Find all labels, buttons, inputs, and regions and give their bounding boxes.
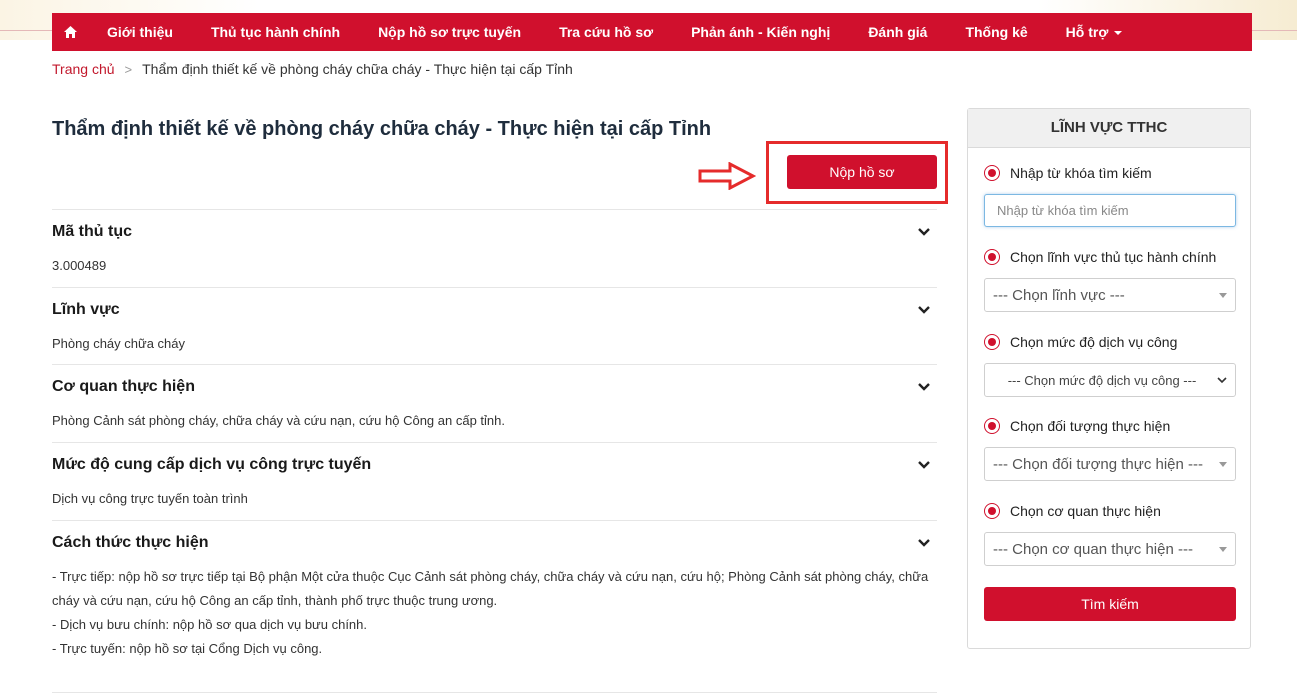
chevron-right-icon: >: [124, 61, 133, 77]
agency-select-value: --- Chọn cơ quan thực hiện ---: [993, 540, 1193, 558]
nav-item-phan-anh-kien-nghi[interactable]: Phản ánh - Kiến nghị: [672, 13, 849, 51]
sidebar-title: LĨNH VỰC TTHC: [968, 109, 1250, 148]
section-title: Mã thủ tục: [52, 223, 132, 240]
breadcrumb-current: Thẩm định thiết kế về phòng cháy chữa ch…: [142, 61, 573, 77]
section-title: Cách thức thực hiện: [52, 534, 209, 551]
section-header[interactable]: Mã thủ tục: [52, 210, 937, 254]
section-title: Mức độ cung cấp dịch vụ công trực tuyến: [52, 456, 372, 473]
section-ma-thu-tuc: Mã thủ tục 3.000489: [52, 209, 937, 278]
search-button[interactable]: Tìm kiếm: [984, 587, 1236, 621]
divider: [1252, 30, 1297, 31]
radio-dot-icon: [988, 169, 996, 177]
home-icon: [63, 26, 77, 38]
agency-label: Chọn cơ quan thực hiện: [1010, 503, 1161, 519]
section-header[interactable]: Cách thức thực hiện: [52, 521, 937, 565]
nav-item-danh-gia[interactable]: Đánh giá: [849, 13, 946, 51]
agency-radio[interactable]: [984, 503, 1000, 519]
keyword-search-input[interactable]: [984, 194, 1236, 227]
section-linh-vuc: Lĩnh vực Phòng cháy chữa cháy: [52, 287, 937, 356]
level-select-value: --- Chọn mức độ dịch vụ công ---: [1007, 372, 1197, 388]
radio-dot-icon: [988, 338, 996, 346]
section-header[interactable]: Lĩnh vực: [52, 288, 937, 332]
radio-dot-icon: [988, 507, 996, 515]
divider: [0, 30, 52, 31]
field-option: Chọn lĩnh vực thủ tục hành chính: [984, 249, 1216, 265]
chevron-down-icon: [918, 306, 930, 314]
section-title: Cơ quan thực hiện: [52, 378, 195, 395]
level-radio[interactable]: [984, 334, 1000, 350]
keyword-option: Nhập từ khóa tìm kiếm: [984, 165, 1152, 181]
section-content: 3.000489: [52, 258, 107, 273]
section-content: Phòng Cảnh sát phòng cháy, chữa cháy và …: [52, 413, 505, 428]
section-cach-thuc-thuc-hien: Cách thức thực hiện - Trực tiếp: nộp hồ …: [52, 520, 937, 661]
main-nav: Giới thiệu Thủ tục hành chính Nộp hồ sơ …: [52, 13, 1252, 51]
field-label: Chọn lĩnh vực thủ tục hành chính: [1010, 249, 1217, 265]
radio-dot-icon: [988, 422, 996, 430]
arrow-right-icon: [698, 162, 756, 190]
level-label: Chọn mức độ dịch vụ công: [1010, 334, 1178, 350]
chevron-down-icon: [918, 461, 930, 469]
target-radio[interactable]: [984, 418, 1000, 434]
home-button[interactable]: [52, 13, 88, 51]
keyword-radio[interactable]: [984, 165, 1000, 181]
nav-item-label: Hỗ trợ: [1065, 24, 1109, 40]
section-line: - Dịch vụ bưu chính: nộp hồ sơ qua dịch …: [52, 617, 368, 632]
nav-item-tra-cuu-ho-so[interactable]: Tra cứu hồ sơ: [540, 13, 672, 51]
target-label: Chọn đối tượng thực hiện: [1010, 418, 1171, 434]
section-header[interactable]: Cơ quan thực hiện: [52, 365, 937, 409]
chevron-down-icon: [918, 539, 930, 547]
nav-item-nop-ho-so-truc-tuyen[interactable]: Nộp hồ sơ trực tuyến: [359, 13, 540, 51]
level-option: Chọn mức độ dịch vụ công: [984, 334, 1177, 350]
section-co-quan-thuc-hien: Cơ quan thực hiện Phòng Cảnh sát phòng c…: [52, 364, 937, 433]
agency-option: Chọn cơ quan thực hiện: [984, 503, 1161, 519]
nav-item-thong-ke[interactable]: Thống kê: [946, 13, 1046, 51]
section-content: Dịch vụ công trực tuyến toàn trình: [52, 491, 248, 506]
submit-application-button[interactable]: Nộp hồ sơ: [787, 155, 937, 189]
dropdown-arrow-icon: [1219, 292, 1227, 298]
agency-select[interactable]: --- Chọn cơ quan thực hiện ---: [984, 532, 1236, 566]
target-select[interactable]: --- Chọn đối tượng thực hiện ---: [984, 447, 1236, 481]
target-select-value: --- Chọn đối tượng thực hiện ---: [993, 455, 1203, 473]
filter-sidebar: LĨNH VỰC TTHC Nhập từ khóa tìm kiếm Chọn…: [967, 108, 1251, 649]
target-option: Chọn đối tượng thực hiện: [984, 418, 1170, 434]
section-content: - Trực tiếp: nộp hồ sơ trực tiếp tại Bộ …: [52, 565, 937, 661]
breadcrumb: Trang chủ > Thẩm định thiết kế về phòng …: [52, 61, 573, 77]
section-muc-do-dich-vu: Mức độ cung cấp dịch vụ công trực tuyến …: [52, 442, 937, 511]
breadcrumb-home-link[interactable]: Trang chủ: [52, 61, 115, 77]
chevron-down-icon: [918, 228, 930, 236]
chevron-down-icon: [1217, 377, 1227, 384]
radio-dot-icon: [988, 253, 996, 261]
field-select-value: --- Chọn lĩnh vực ---: [993, 286, 1125, 304]
nav-item-thu-tuc-hanh-chinh[interactable]: Thủ tục hành chính: [192, 13, 359, 51]
caret-down-icon: [1114, 31, 1123, 36]
section-header[interactable]: Mức độ cung cấp dịch vụ công trực tuyến: [52, 443, 937, 487]
field-select[interactable]: --- Chọn lĩnh vực ---: [984, 278, 1236, 312]
chevron-down-icon: [918, 383, 930, 391]
keyword-label: Nhập từ khóa tìm kiếm: [1010, 165, 1152, 181]
dropdown-arrow-icon: [1219, 461, 1227, 467]
divider: [52, 692, 937, 694]
nav-item-gioi-thieu[interactable]: Giới thiệu: [88, 13, 192, 51]
section-line: - Trực tiếp: nộp hồ sơ trực tiếp tại Bộ …: [52, 569, 929, 608]
field-radio[interactable]: [984, 249, 1000, 265]
nav-item-ho-tro[interactable]: Hỗ trợ: [1047, 13, 1142, 51]
section-content: Phòng cháy chữa cháy: [52, 336, 186, 351]
dropdown-arrow-icon: [1219, 546, 1227, 552]
section-line: - Trực tuyến: nộp hồ sơ tại Cổng Dịch vụ…: [52, 641, 323, 656]
level-select[interactable]: --- Chọn mức độ dịch vụ công ---: [984, 363, 1236, 397]
page-title: Thẩm định thiết kế về phòng cháy chữa ch…: [52, 118, 712, 140]
section-title: Lĩnh vực: [52, 301, 120, 318]
